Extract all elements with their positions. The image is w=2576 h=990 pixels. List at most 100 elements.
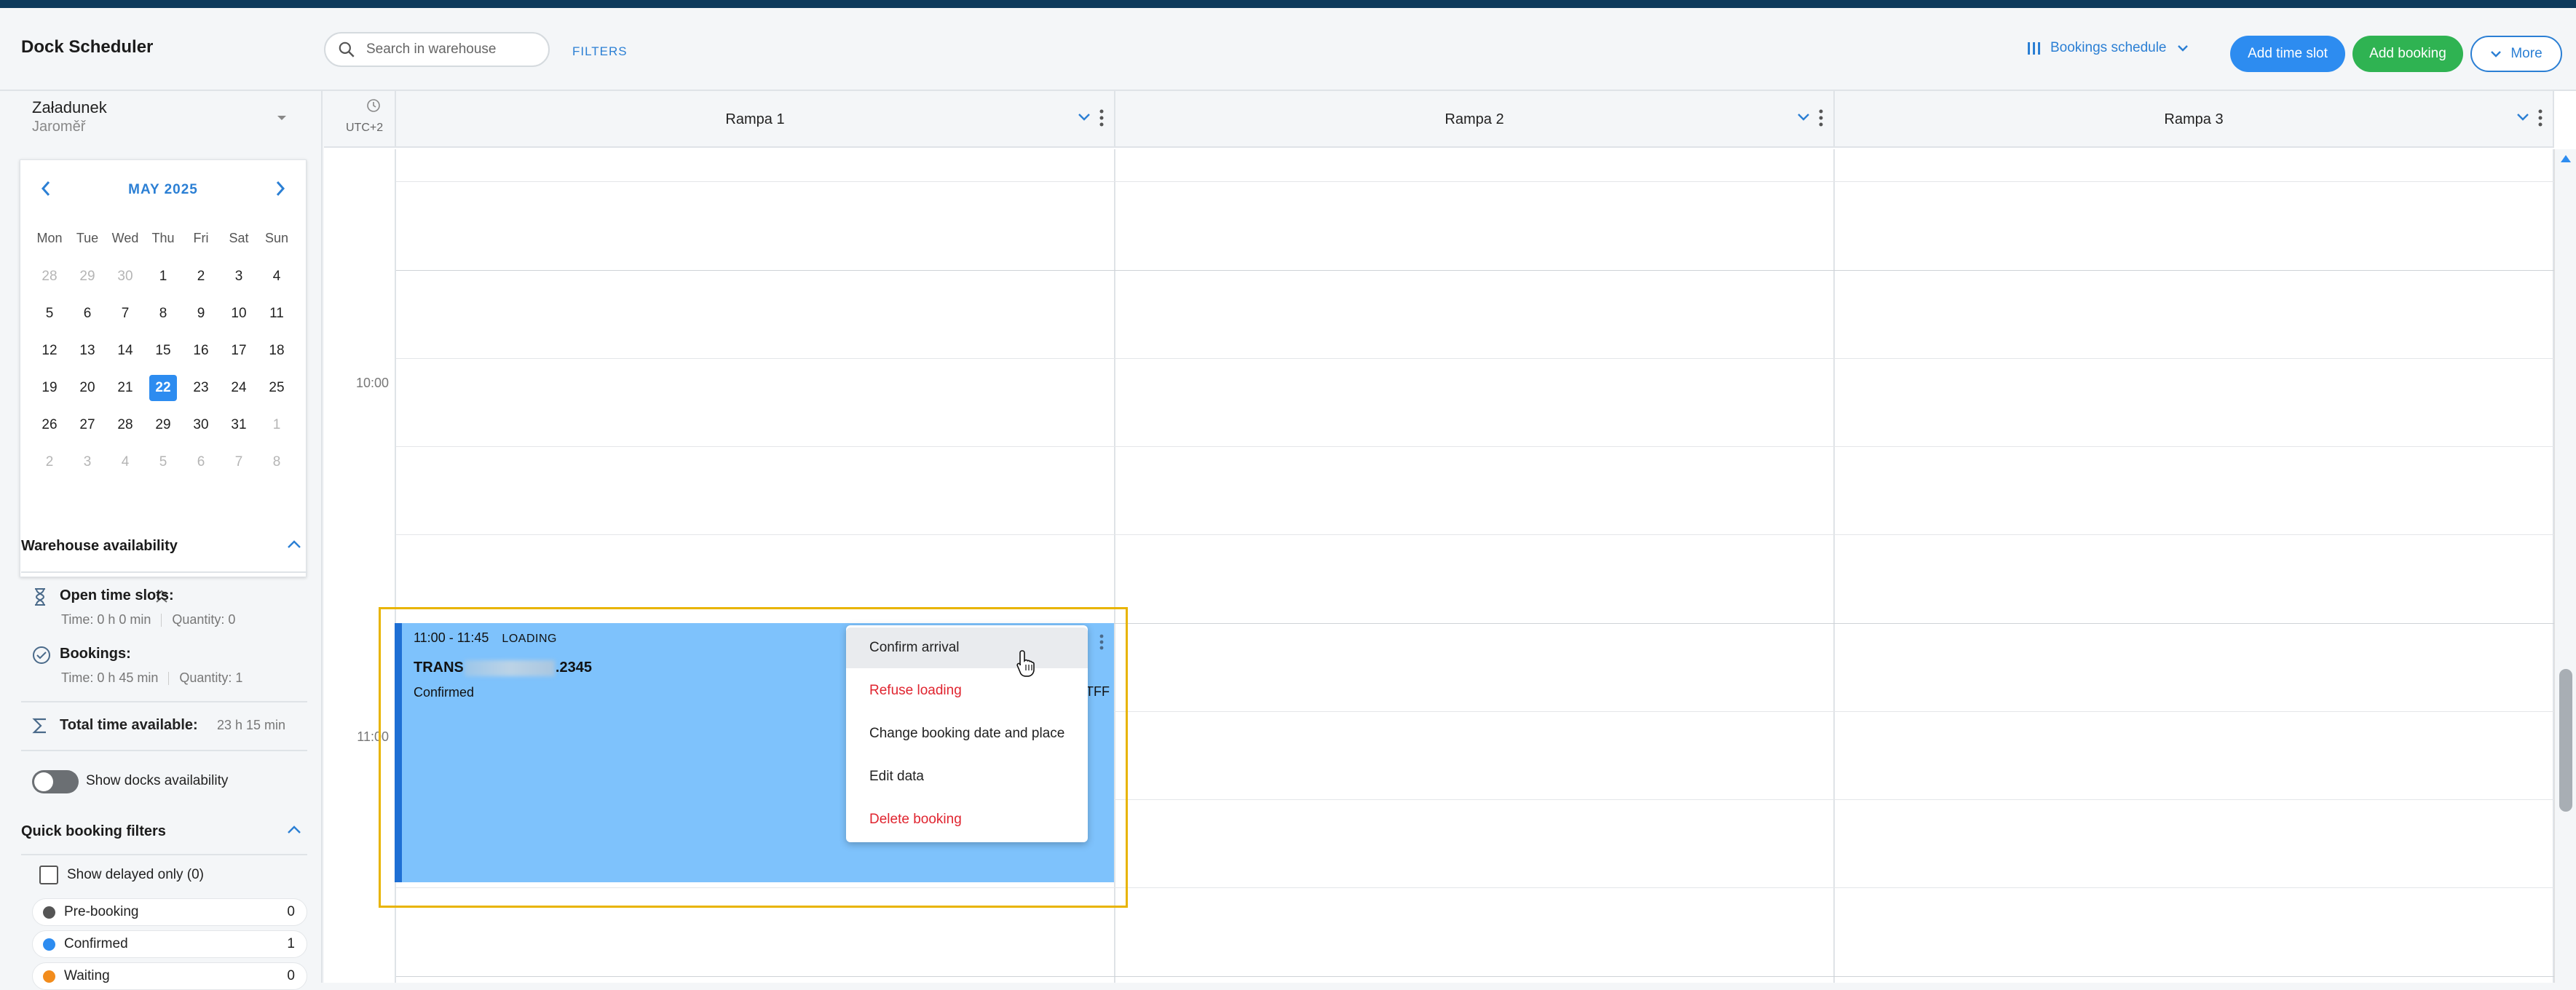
view-selector[interactable]: Bookings schedule [2028,40,2189,56]
menu-item-edit-data[interactable]: Edit data [846,756,1088,797]
menu-item-confirm-arrival[interactable]: Confirm arrival [846,627,1088,668]
calendar-day-number: 8 [159,305,167,321]
scroll-thumb[interactable] [2559,669,2572,812]
calendar-day[interactable]: 20 [68,369,106,406]
calendar-day[interactable]: 7 [106,295,144,332]
calendar-day[interactable]: 7 [220,443,258,480]
warehouse-selector[interactable]: Załadunek Jaroměř [32,98,294,149]
calendar-day-selected[interactable]: 22 [144,369,182,406]
calendar-day[interactable]: 29 [68,258,106,295]
calendar-day[interactable]: 6 [68,295,106,332]
status-count: 1 [287,936,295,951]
quick-filters-title[interactable]: Quick booking filters [21,823,166,840]
calendar-day[interactable]: 26 [31,406,68,443]
calendar-day[interactable]: 18 [258,332,296,369]
booking-id: TRANS .2345 [414,660,592,676]
calendar-day[interactable]: 5 [31,295,68,332]
calendar-day[interactable]: 12 [31,332,68,369]
divider [21,750,307,751]
kebab-menu-icon[interactable] [1099,633,1104,651]
calendar-day[interactable]: 4 [106,443,144,480]
chevron-down-icon[interactable] [1078,113,1091,122]
calendar-day[interactable]: 2 [182,258,220,295]
divider [21,854,307,855]
calendar-day[interactable]: 13 [68,332,106,369]
calendar-day[interactable]: 3 [68,443,106,480]
calendar-day[interactable]: 1 [258,406,296,443]
calendar-day[interactable]: 29 [144,406,182,443]
scroll-up-arrow-icon[interactable] [2561,155,2571,162]
search-icon [339,41,355,58]
kebab-menu-icon[interactable] [1099,108,1104,127]
total-time-label: Total time available: [60,717,198,733]
calendar-day-number: 4 [121,454,130,470]
calendar-day[interactable]: 3 [220,258,258,295]
calendar-day[interactable]: 8 [258,443,296,480]
column-body-rampa-2[interactable] [1115,149,1835,983]
calendar-day-number: 20 [79,379,95,395]
calendar-day[interactable]: 5 [144,443,182,480]
calendar-day[interactable]: 27 [68,406,106,443]
chevron-down-icon [2177,45,2188,52]
calendar-day[interactable]: 28 [31,258,68,295]
calendar-day[interactable]: 15 [144,332,182,369]
calendar-day-number: 2 [45,454,54,470]
calendar-day[interactable]: 30 [106,258,144,295]
menu-item-refuse-loading[interactable]: Refuse loading [846,670,1088,711]
chevron-up-icon[interactable] [287,539,301,550]
grid-line [396,270,2554,271]
top-strip [0,0,2576,8]
column-body-rampa-3[interactable] [1835,149,2554,983]
show-docks-toggle[interactable] [32,770,79,793]
chevron-right-icon[interactable] [275,181,285,197]
calendar-day[interactable]: 14 [106,332,144,369]
divider [21,571,307,573]
delayed-only-checkbox[interactable] [39,866,58,884]
menu-item-delete-booking[interactable]: Delete booking [846,799,1088,840]
delayed-only-filter[interactable]: Show delayed only (0) [39,866,204,884]
kebab-menu-icon[interactable] [2538,108,2543,127]
calendar-day[interactable]: 28 [106,406,144,443]
calendar-day[interactable]: 10 [220,295,258,332]
calendar-day[interactable]: 9 [182,295,220,332]
calendar-day[interactable]: 4 [258,258,296,295]
calendar-day[interactable]: 11 [258,295,296,332]
filters-button[interactable]: FILTERS [572,44,628,59]
add-time-slot-button[interactable]: Add time slot [2230,36,2345,72]
vertical-scrollbar[interactable] [2554,149,2576,983]
calendar-day[interactable]: 23 [182,369,220,406]
chevron-down-icon[interactable] [1797,113,1810,122]
grid-line [396,534,2554,535]
calendar-day[interactable]: 30 [182,406,220,443]
chevron-up-icon[interactable] [287,825,301,835]
booking-context-menu: Confirm arrival Refuse loading Change bo… [846,625,1088,842]
status-filter-waiting[interactable]: Waiting 0 [32,962,307,990]
grid-line [396,181,2554,182]
calendar-day[interactable]: 25 [258,369,296,406]
search-input[interactable] [366,41,541,58]
menu-item-change-date-place[interactable]: Change booking date and place [846,713,1088,754]
calendar-day[interactable]: 16 [182,332,220,369]
grid-line [396,358,2554,359]
calendar-day[interactable]: 24 [220,369,258,406]
calendar-day[interactable]: 31 [220,406,258,443]
calendar-day-number: 27 [79,416,95,432]
calendar-day[interactable]: 17 [220,332,258,369]
more-button[interactable]: More [2470,36,2562,72]
app-title: Dock Scheduler [21,37,154,57]
status-filter-confirmed[interactable]: Confirmed 1 [32,930,307,958]
search-box[interactable] [324,32,550,67]
chevron-down-icon[interactable] [2516,113,2529,122]
calendar-day[interactable]: 1 [144,258,182,295]
calendar-day-number: 28 [42,268,58,284]
calendar-day[interactable]: 21 [106,369,144,406]
calendar-day[interactable]: 8 [144,295,182,332]
calendar-day-number: 7 [121,305,130,321]
add-booking-button[interactable]: Add booking [2352,36,2463,72]
availability-title[interactable]: Warehouse availability [21,538,178,555]
status-filter-pre-booking[interactable]: Pre-booking 0 [32,898,307,926]
calendar-day[interactable]: 2 [31,443,68,480]
calendar-day[interactable]: 6 [182,443,220,480]
calendar-day[interactable]: 19 [31,369,68,406]
kebab-menu-icon[interactable] [1819,108,1823,127]
